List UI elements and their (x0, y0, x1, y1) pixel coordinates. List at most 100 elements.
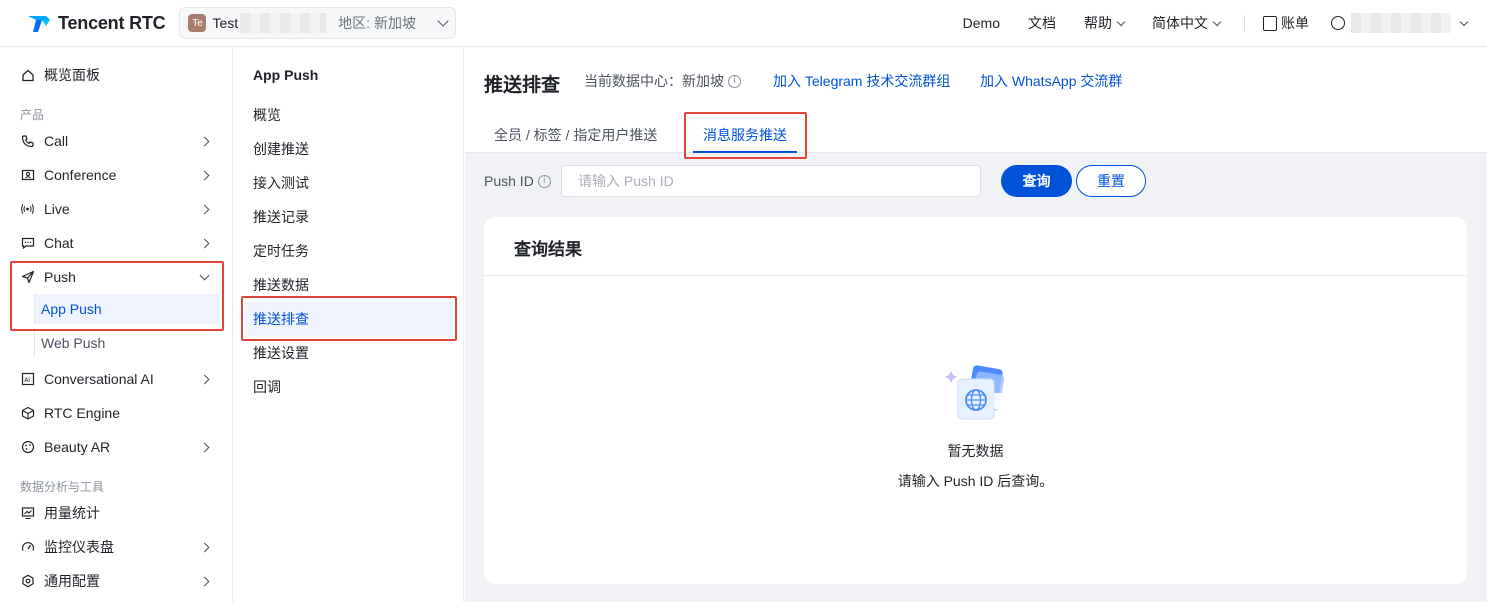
push-id-input[interactable] (561, 165, 981, 197)
section-products: 产品 (20, 108, 45, 122)
sidebar-item-label: Beauty AR (44, 439, 111, 455)
subnav-item-overview[interactable]: 概览 (245, 98, 453, 132)
subnav-item-create-push[interactable]: 创建推送 (245, 132, 453, 166)
chevron-right-icon (199, 204, 210, 214)
sidebar-item-label: 用量统计 (44, 505, 100, 521)
divider (1244, 15, 1245, 31)
whatsapp-group-link[interactable]: 加入 WhatsApp 交流群 (980, 71, 1122, 91)
user-icon[interactable] (1331, 16, 1345, 30)
sidebar-item-conference[interactable]: Conference (0, 160, 232, 190)
sidebar-item-settings[interactable]: 通用配置 (0, 566, 232, 596)
top-bar: Tencent RTC Te Test 地区: 新加坡 Demo 文档 帮助 简… (0, 0, 1487, 47)
app-selector[interactable]: Te Test 地区: 新加坡 (179, 7, 457, 39)
phone-icon (20, 134, 35, 149)
datacenter-label: 当前数据中心：新加坡 i (584, 71, 741, 91)
top-right-nav: Demo 文档 帮助 简体中文 账单 (963, 13, 1469, 33)
sidebar-item-overview[interactable]: 概览面板 (0, 60, 232, 90)
chevron-down-icon (1116, 17, 1126, 26)
result-card: 查询结果 暂无数据 请输入 Push ID 后查询。 (484, 217, 1467, 584)
billing-link[interactable]: 账单 (1263, 13, 1309, 33)
query-form: Push ID i 查询 重置 (465, 153, 1487, 211)
sidebar-item-beauty-ar[interactable]: Beauty AR (0, 432, 232, 462)
tab-all-users-push[interactable]: 全员 / 标签 / 指定用户推送 (494, 125, 657, 145)
ai-icon: AI (20, 372, 35, 387)
info-icon[interactable]: i (728, 74, 741, 88)
sidebar-item-usage[interactable]: 用量统计 (0, 498, 232, 528)
chevron-down-icon (199, 270, 210, 281)
sidebar-item-label: Conversational AI (44, 371, 154, 387)
sidebar-item-monitoring[interactable]: 监控仪表盘 (0, 532, 232, 562)
empty-state-title: 暂无数据 (947, 443, 1004, 459)
sidebar-item-live[interactable]: Live (0, 194, 232, 224)
svg-text:AI: AI (24, 377, 30, 384)
demo-link[interactable]: Demo (963, 15, 1000, 31)
search-button[interactable]: 查询 (1001, 165, 1072, 197)
billing-label: 账单 (1281, 15, 1309, 31)
conference-icon (20, 168, 35, 183)
chevron-right-icon (199, 170, 210, 180)
product-subnav: App Push 概览 创建推送 接入测试 推送记录 定时任务 推送数据 推送排… (233, 47, 464, 602)
section-tools: 数据分析与工具 (20, 480, 105, 494)
reset-button[interactable]: 重置 (1076, 165, 1146, 197)
subnav-item-push-data[interactable]: 推送数据 (245, 268, 453, 302)
send-icon (20, 270, 35, 285)
brand-logo[interactable]: Tencent RTC (26, 12, 166, 34)
sidebar-item-chat[interactable]: Chat (0, 228, 232, 258)
sidebar-item-label: Call (44, 133, 69, 149)
settings-icon (20, 574, 35, 589)
sidebar-subitem-web-push[interactable]: Web Push (34, 328, 220, 358)
chevron-right-icon (199, 238, 210, 248)
sidebar-item-conversational-ai[interactable]: AI Conversational AI (0, 364, 232, 394)
app-region: 地区: 新加坡 (338, 15, 416, 31)
app-name: Test (212, 15, 239, 31)
chevron-down-icon (1212, 17, 1222, 26)
brand-name: Tencent RTC (58, 12, 166, 33)
redacted-username[interactable] (1351, 13, 1451, 33)
subnav-item-callback[interactable]: 回调 (245, 370, 453, 404)
broadcast-icon (20, 202, 35, 217)
app-avatar: Te (188, 14, 207, 32)
chevron-right-icon (199, 136, 210, 146)
palette-icon (20, 440, 35, 455)
chat-icon (20, 236, 35, 251)
page-header: 推送排查 当前数据中心：新加坡 i 加入 Telegram 技术交流群组 加入 … (465, 47, 1487, 159)
sidebar-subitem-app-push[interactable]: App Push (34, 294, 220, 324)
monitor-icon (20, 506, 35, 521)
sidebar-item-label: Conference (44, 167, 117, 183)
push-id-label: Push ID i (484, 173, 551, 189)
subnav-item-push-troubleshoot[interactable]: 推送排查 (245, 302, 453, 336)
language-label: 简体中文 (1152, 15, 1208, 31)
sidebar-item-label: 监控仪表盘 (44, 539, 114, 555)
sidebar-item-push[interactable]: Push (0, 262, 232, 292)
sidebar-item-label: 通用配置 (44, 573, 100, 589)
sidebar-item-rtc-engine[interactable]: RTC Engine (0, 398, 232, 428)
sidebar-item-call[interactable]: Call (0, 126, 232, 156)
main-content: 推送排查 当前数据中心：新加坡 i 加入 Telegram 技术交流群组 加入 … (465, 47, 1487, 602)
sidebar-item-label: RTC Engine (44, 405, 121, 421)
result-title: 查询结果 (514, 240, 582, 259)
telegram-group-link[interactable]: 加入 Telegram 技术交流群组 (773, 71, 950, 91)
chevron-right-icon (199, 542, 210, 552)
docs-link[interactable]: 文档 (1028, 13, 1056, 33)
chevron-down-icon[interactable] (1459, 17, 1469, 26)
cube-icon (20, 406, 35, 421)
chevron-down-icon (437, 15, 450, 27)
chevron-right-icon (199, 442, 210, 452)
language-menu[interactable]: 简体中文 (1152, 13, 1222, 33)
tencent-cloud-logo-icon (28, 16, 50, 32)
datacenter-text: 当前数据中心：新加坡 (584, 73, 724, 89)
subnav-item-push-records[interactable]: 推送记录 (245, 200, 453, 234)
help-label: 帮助 (1084, 15, 1112, 31)
sidebar-item-label: Push (44, 269, 76, 285)
help-menu[interactable]: 帮助 (1084, 13, 1126, 33)
redacted-app-id (240, 13, 327, 33)
subnav-item-scheduled-tasks[interactable]: 定时任务 (245, 234, 453, 268)
sidebar-item-label: Chat (44, 235, 74, 251)
tab-message-service-push[interactable]: 消息服务推送 (703, 125, 787, 145)
gauge-icon (20, 540, 35, 555)
chevron-right-icon (199, 576, 210, 586)
subnav-item-push-settings[interactable]: 推送设置 (245, 336, 453, 370)
bill-icon (1263, 15, 1277, 31)
info-icon[interactable]: i (537, 174, 551, 188)
subnav-item-integration-test[interactable]: 接入测试 (245, 166, 453, 200)
